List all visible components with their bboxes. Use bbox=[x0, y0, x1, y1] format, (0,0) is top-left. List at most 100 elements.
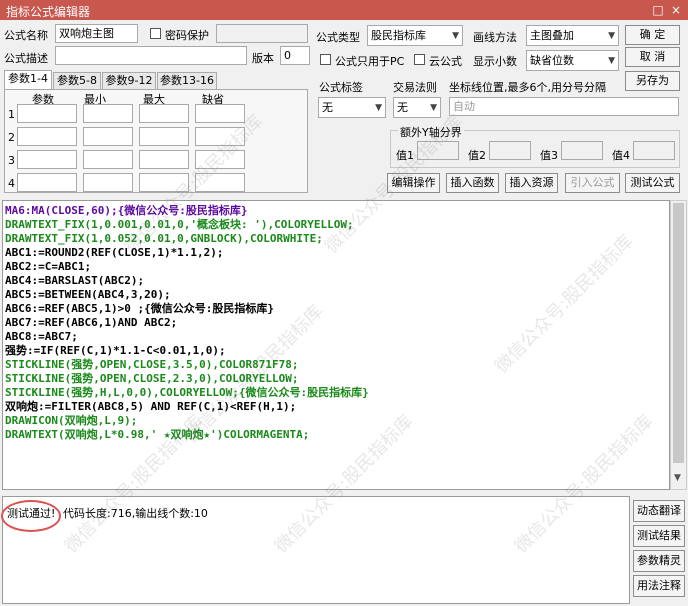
chevron-down-icon: ▼ bbox=[375, 103, 382, 113]
y-value-4-label: 值4 bbox=[612, 149, 630, 162]
code-line: DRAWTEXT_FIX(1,0.001,0.01,0,'概念板块: '),CO… bbox=[5, 218, 354, 231]
param-cell[interactable] bbox=[139, 127, 189, 146]
code-line: DRAWICON(双响炮,L,9); bbox=[5, 414, 138, 427]
chevron-down-icon: ▼ bbox=[608, 31, 615, 41]
tab-params-9-12[interactable]: 参数9-12 bbox=[102, 72, 156, 90]
scroll-down-icon[interactable]: ▼ bbox=[674, 473, 681, 483]
status-panel: 测试通过! 代码长度:716,输出线个数:10 bbox=[2, 496, 630, 604]
chevron-down-icon: ▼ bbox=[452, 31, 459, 41]
code-editor[interactable]: MA6:MA(CLOSE,60);{微信公众号:股民指标库} DRAWTEXT_… bbox=[2, 200, 670, 490]
editor-scrollbar[interactable]: ▼ bbox=[670, 200, 687, 490]
param-cell[interactable] bbox=[83, 104, 133, 123]
formula-tag-label: 公式标签 bbox=[319, 81, 363, 94]
code-line: ABC6:=REF(ABC5,1)>0 ;{微信公众号:股民指标库} bbox=[5, 302, 274, 315]
param-cell[interactable] bbox=[195, 104, 245, 123]
param-cell[interactable] bbox=[195, 173, 245, 192]
param-cell[interactable] bbox=[17, 104, 77, 123]
tab-params-5-8[interactable]: 参数5-8 bbox=[53, 72, 101, 90]
param-cell[interactable] bbox=[17, 127, 77, 146]
password-label: 密码保护 bbox=[165, 29, 209, 42]
draw-method-select[interactable]: 主图叠加 ▼ bbox=[526, 25, 619, 46]
y-value-2-label: 值2 bbox=[468, 149, 486, 162]
formula-tag-select[interactable]: 无 ▼ bbox=[318, 97, 386, 118]
y-value-3-label: 值3 bbox=[540, 149, 558, 162]
tab-params-13-16[interactable]: 参数13-16 bbox=[157, 72, 217, 90]
version-input[interactable]: 0 bbox=[280, 46, 310, 65]
cloud-label: 云公式 bbox=[429, 55, 462, 68]
formula-desc-label: 公式描述 bbox=[4, 52, 48, 65]
param-row-number: 2 bbox=[8, 131, 15, 144]
restore-button[interactable]: □ bbox=[650, 2, 666, 18]
ok-button[interactable]: 确 定 bbox=[625, 25, 680, 45]
formula-tag-value: 无 bbox=[322, 101, 333, 114]
coord-input[interactable]: 自动 bbox=[449, 97, 679, 116]
trade-rule-select[interactable]: 无 ▼ bbox=[393, 97, 441, 118]
decimals-label: 显示小数 bbox=[473, 55, 517, 68]
formula-name-input[interactable]: 双响炮主图 bbox=[55, 24, 138, 43]
code-line: ABC2:=C=ABC1; bbox=[5, 260, 92, 273]
y-value-4-input[interactable] bbox=[633, 141, 675, 160]
version-label: 版本 bbox=[252, 52, 274, 65]
title-bar: 指标公式编辑器 □ × bbox=[0, 0, 688, 20]
formula-type-value: 股民指标库 bbox=[371, 29, 426, 42]
coord-label: 坐标线位置,最多6个,用分号分隔 bbox=[449, 81, 606, 94]
code-line: ABC8:=ABC7; bbox=[5, 330, 78, 343]
decimals-value: 缺省位数 bbox=[530, 54, 574, 67]
param-cell[interactable] bbox=[17, 173, 77, 192]
code-line: STICKLINE(强势,OPEN,CLOSE,2.3,0),COLORYELL… bbox=[5, 372, 299, 385]
param-cell[interactable] bbox=[139, 104, 189, 123]
code-line: DRAWTEXT(双响炮,L*0.98,' ★双响炮★')COLORMAGENT… bbox=[5, 428, 310, 441]
highlight-circle bbox=[1, 500, 61, 532]
param-cell[interactable] bbox=[83, 173, 133, 192]
formula-desc-input[interactable] bbox=[55, 46, 247, 65]
param-cell[interactable] bbox=[195, 127, 245, 146]
formula-type-label: 公式类型 bbox=[316, 31, 360, 44]
param-cell[interactable] bbox=[195, 150, 245, 169]
cancel-button[interactable]: 取 消 bbox=[625, 47, 680, 67]
tab-params-1-4[interactable]: 参数1-4 bbox=[4, 70, 52, 90]
y-value-3-input[interactable] bbox=[561, 141, 603, 160]
param-cell[interactable] bbox=[17, 150, 77, 169]
code-line: ABC4:=BARSLAST(ABC2); bbox=[5, 274, 145, 287]
code-line: STICKLINE(强势,H,L,0,0),COLORYELLOW;{微信公众号… bbox=[5, 386, 369, 399]
y-value-1-label: 值1 bbox=[396, 149, 414, 162]
formula-type-select[interactable]: 股民指标库 ▼ bbox=[367, 25, 463, 46]
trade-rule-value: 无 bbox=[397, 101, 408, 114]
pc-only-label: 公式只用于PC bbox=[335, 55, 405, 68]
param-cell[interactable] bbox=[83, 150, 133, 169]
param-wizard-button[interactable]: 参数精灵 bbox=[633, 550, 685, 572]
param-row-number: 4 bbox=[8, 177, 15, 190]
y-value-1-input[interactable] bbox=[417, 141, 459, 160]
import-button[interactable]: 引入公式 bbox=[565, 173, 620, 193]
window-title: 指标公式编辑器 bbox=[6, 5, 91, 19]
param-cell[interactable] bbox=[139, 173, 189, 192]
pc-only-checkbox[interactable] bbox=[320, 54, 331, 65]
code-line: ABC1:=ROUND2(REF(CLOSE,1)*1.1,2); bbox=[5, 246, 224, 259]
code-line: DRAWTEXT_FIX(1,0.052,0.01,0,GNBLOCK),COL… bbox=[5, 232, 323, 245]
decimals-select[interactable]: 缺省位数 ▼ bbox=[526, 50, 619, 71]
cloud-checkbox[interactable] bbox=[414, 54, 425, 65]
test-result-button[interactable]: 测试结果 bbox=[633, 525, 685, 547]
y-value-2-input[interactable] bbox=[489, 141, 531, 160]
usage-note-button[interactable]: 用法注释 bbox=[633, 575, 685, 597]
y-axis-label: 额外Y轴分界 bbox=[398, 124, 464, 140]
param-row-number: 1 bbox=[8, 108, 15, 121]
code-line: 强势:=IF(REF(C,1)*1.1-C<0.01,1,0); bbox=[5, 344, 226, 357]
formula-name-label: 公式名称 bbox=[4, 29, 48, 42]
dynamic-translate-button[interactable]: 动态翻译 bbox=[633, 500, 685, 522]
code-line: STICKLINE(强势,OPEN,CLOSE,3.5,0),COLOR871F… bbox=[5, 358, 299, 371]
param-cell[interactable] bbox=[139, 150, 189, 169]
password-input[interactable] bbox=[216, 24, 308, 43]
draw-method-value: 主图叠加 bbox=[530, 29, 574, 42]
close-button[interactable]: × bbox=[668, 2, 684, 18]
insert-func-button[interactable]: 插入函数 bbox=[446, 173, 499, 193]
password-checkbox[interactable] bbox=[150, 28, 161, 39]
edit-op-button[interactable]: 编辑操作 bbox=[387, 173, 440, 193]
trade-rule-label: 交易法则 bbox=[393, 81, 437, 94]
param-cell[interactable] bbox=[83, 127, 133, 146]
save-as-button[interactable]: 另存为 bbox=[625, 71, 680, 91]
chevron-down-icon: ▼ bbox=[430, 103, 437, 113]
scrollbar-thumb[interactable] bbox=[673, 203, 684, 463]
test-formula-button[interactable]: 测试公式 bbox=[625, 173, 680, 193]
insert-res-button[interactable]: 插入资源 bbox=[505, 173, 558, 193]
